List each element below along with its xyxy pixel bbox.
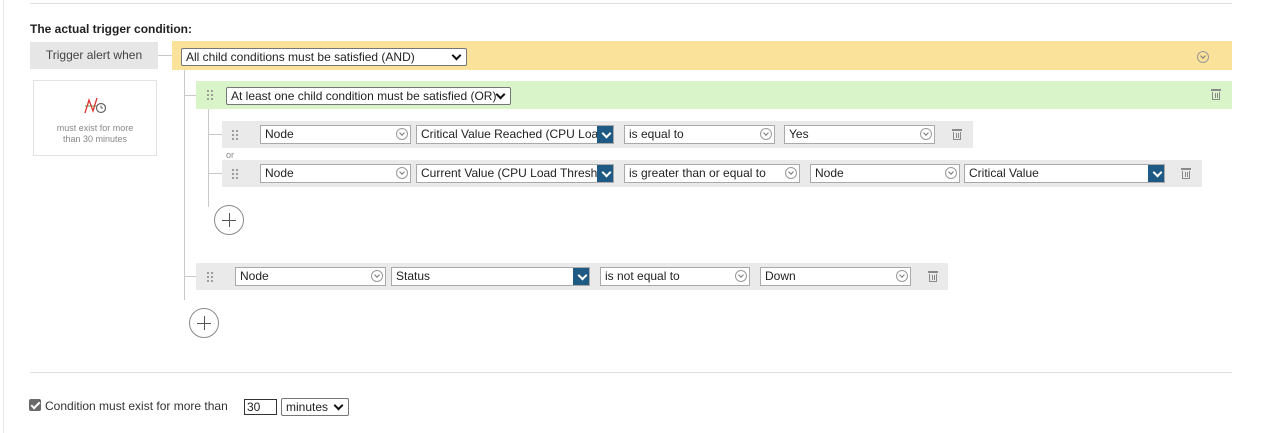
- delete-or-group-icon[interactable]: [1211, 89, 1221, 100]
- object-select[interactable]: Node: [260, 164, 411, 183]
- chevron-down-icon: [896, 270, 908, 282]
- duration-unit-select-value: minutes: [286, 400, 329, 414]
- field-select[interactable]: Critical Value Reached (CPU Loa: [416, 125, 614, 144]
- value-object-select[interactable]: Node: [810, 164, 960, 183]
- bottom-divider: [30, 372, 1232, 373]
- and-condition-select-value: All child conditions must be satisfied (…: [186, 50, 415, 64]
- delete-condition-icon[interactable]: [952, 129, 962, 140]
- operator-select-value: is not equal to: [605, 269, 680, 283]
- object-select[interactable]: Node: [235, 267, 386, 286]
- delete-condition-icon[interactable]: [928, 271, 938, 282]
- and-condition-select[interactable]: All child conditions must be satisfied (…: [181, 48, 467, 66]
- drag-handle-icon[interactable]: [206, 271, 214, 282]
- chevron-down-icon: [396, 167, 408, 179]
- chevron-down-icon: [785, 167, 797, 179]
- or-separator: or: [226, 150, 235, 160]
- delete-condition-icon[interactable]: [1181, 168, 1191, 179]
- drag-handle-icon[interactable]: [206, 89, 214, 100]
- connector: [208, 173, 222, 174]
- operator-select[interactable]: is greater than or equal to: [624, 164, 800, 183]
- connector: [158, 55, 172, 56]
- connector: [184, 95, 196, 96]
- add-condition-or-button[interactable]: [214, 205, 244, 235]
- operator-select[interactable]: is equal to: [624, 125, 775, 144]
- collapse-and-group-icon[interactable]: [1197, 51, 1209, 63]
- connector: [184, 276, 196, 277]
- duration-input[interactable]: 30: [244, 399, 277, 415]
- object-select-value: Node: [265, 166, 294, 180]
- or-condition-select[interactable]: At least one child condition must be sat…: [226, 87, 511, 105]
- chevron-down-icon: [396, 128, 408, 140]
- dropdown-button[interactable]: [1148, 165, 1164, 182]
- field-select-value: Status: [396, 269, 431, 283]
- object-select-value: Node: [240, 269, 269, 283]
- or-condition-select-value: At least one child condition must be sat…: [231, 89, 497, 103]
- drag-handle-icon[interactable]: [231, 168, 239, 179]
- summary-text-line1: must exist for more: [56, 123, 134, 133]
- dropdown-button[interactable]: [597, 165, 613, 182]
- object-select[interactable]: Node: [260, 125, 411, 144]
- field-select-value: Critical Value Reached (CPU Loa: [421, 127, 599, 141]
- summary-card: must exist for more than 30 minutes: [33, 80, 157, 156]
- field-select[interactable]: Status: [391, 267, 590, 286]
- drag-handle-icon[interactable]: [231, 129, 239, 140]
- operator-select-value: is greater than or equal to: [629, 166, 766, 180]
- field-select[interactable]: Current Value (CPU Load Thresh: [416, 164, 614, 183]
- section-heading: The actual trigger condition:: [30, 22, 193, 36]
- dropdown-button[interactable]: [573, 268, 589, 285]
- value-select[interactable]: Critical Value: [964, 164, 1165, 183]
- chevron-down-icon: [735, 270, 747, 282]
- value-select[interactable]: Down: [760, 267, 911, 286]
- value-select[interactable]: Yes: [784, 125, 935, 144]
- left-border: [3, 0, 4, 433]
- object-select-value: Node: [265, 127, 294, 141]
- condition-duration-label: Condition must exist for more than: [45, 399, 228, 413]
- value-select-value: Down: [765, 269, 796, 283]
- dropdown-button[interactable]: [597, 126, 613, 143]
- chevron-down-icon: [371, 270, 383, 282]
- field-select-value: Current Value (CPU Load Thresh: [421, 166, 598, 180]
- condition-duration-checkbox[interactable]: [29, 399, 41, 411]
- operator-select-value: is equal to: [629, 127, 684, 141]
- chevron-down-icon: [945, 167, 957, 179]
- threshold-time-icon: [84, 97, 107, 114]
- summary-text-line2: than 30 minutes: [62, 134, 128, 144]
- chevron-down-icon: [760, 128, 772, 140]
- operator-select[interactable]: is not equal to: [600, 267, 750, 286]
- and-tree-line: [184, 70, 185, 300]
- connector: [208, 134, 222, 135]
- or-tree-line: [208, 109, 209, 207]
- trigger-label: Trigger alert when: [30, 42, 158, 69]
- top-divider: [30, 3, 1232, 4]
- value-select-value: Critical Value: [969, 166, 1039, 180]
- chevron-down-icon: [920, 128, 932, 140]
- value-select-value: Yes: [789, 127, 809, 141]
- add-condition-and-button[interactable]: [189, 308, 219, 338]
- value-object-select-value: Node: [815, 166, 844, 180]
- duration-unit-select[interactable]: minutes: [281, 398, 349, 416]
